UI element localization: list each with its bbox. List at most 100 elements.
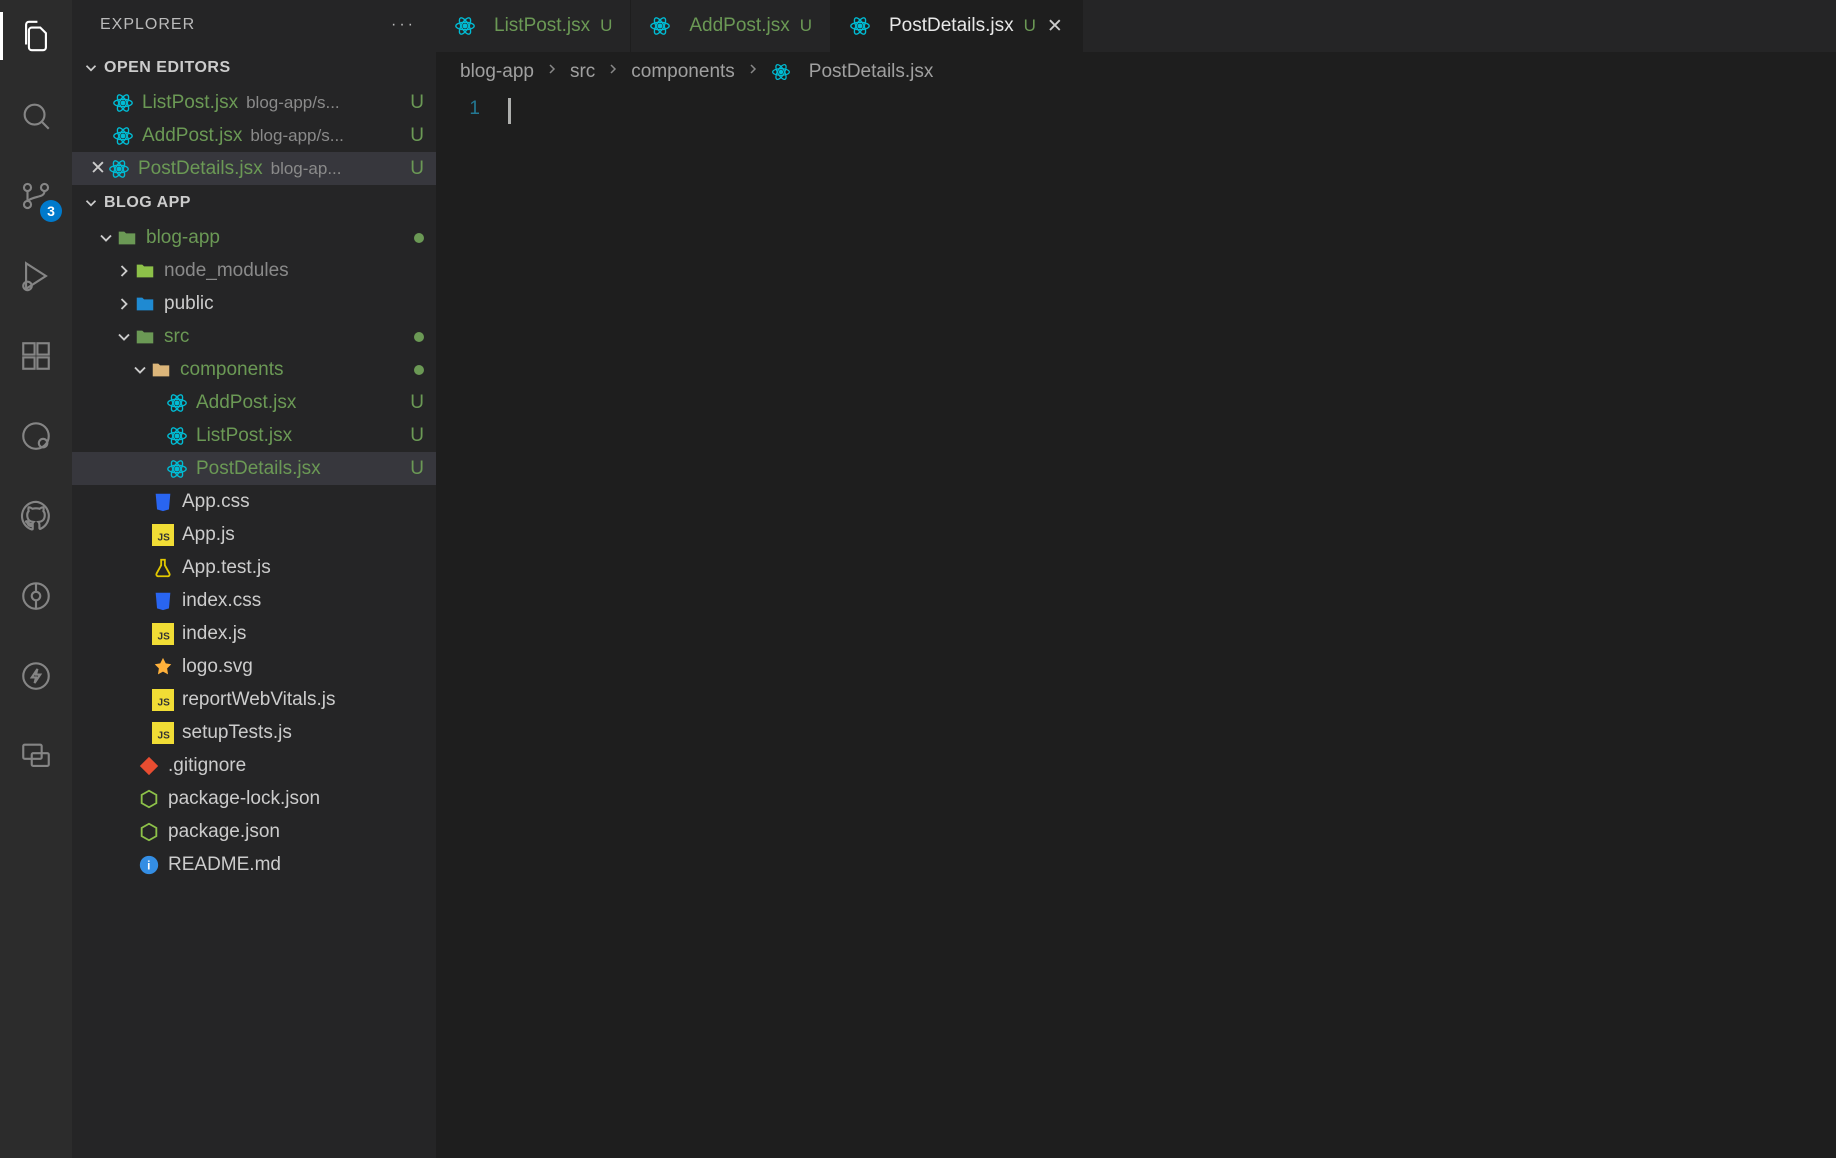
folder-name: blog-app — [146, 227, 220, 249]
more-icon[interactable]: ··· — [391, 16, 416, 34]
file-item[interactable]: logo.svg — [72, 650, 436, 683]
workspace-label: BLOG APP — [104, 194, 191, 212]
chevron-down-icon — [80, 57, 102, 79]
workspace-header[interactable]: BLOG APP — [72, 185, 436, 221]
css-icon — [152, 590, 174, 612]
file-name: ListPost.jsx — [142, 92, 238, 114]
tab-bar: ListPost.jsx U AddPost.jsx U PostDetails… — [436, 0, 1836, 52]
breadcrumb-part[interactable]: src — [570, 61, 595, 83]
code-area[interactable]: 1 — [436, 92, 1836, 1158]
editor-content[interactable] — [508, 92, 1836, 1158]
file-name: App.js — [182, 524, 235, 546]
react-icon — [112, 92, 134, 114]
file-item[interactable]: package.json — [72, 815, 436, 848]
activity-chat[interactable] — [12, 732, 60, 780]
open-editor-item[interactable]: AddPost.jsx blog-app/s... U — [72, 119, 436, 152]
file-name: logo.svg — [182, 656, 253, 678]
activity-search[interactable] — [12, 92, 60, 140]
activity-explorer[interactable] — [12, 12, 60, 60]
file-name: PostDetails.jsx — [138, 158, 263, 180]
close-icon[interactable]: ✕ — [88, 157, 108, 180]
js-icon: JS — [152, 689, 174, 711]
svg-text:JS: JS — [158, 532, 171, 543]
breadcrumb-part[interactable]: PostDetails.jsx — [809, 61, 934, 83]
chevron-right-icon — [114, 294, 134, 314]
chevron-down-icon — [96, 228, 116, 248]
js-icon: JS — [152, 722, 174, 744]
react-icon — [166, 458, 188, 480]
file-item[interactable]: .gitignore — [72, 749, 436, 782]
svg-text:JS: JS — [158, 697, 171, 708]
activity-github[interactable] — [12, 492, 60, 540]
chevron-down-icon — [80, 192, 102, 214]
tab-postdetails[interactable]: PostDetails.jsx U ✕ — [831, 0, 1083, 52]
cursor — [508, 98, 511, 124]
folder-components[interactable]: components — [72, 353, 436, 386]
file-postdetails[interactable]: PostDetails.jsx U — [72, 452, 436, 485]
activity-git-graph[interactable] — [12, 572, 60, 620]
file-item[interactable]: i README.md — [72, 848, 436, 881]
file-addpost[interactable]: AddPost.jsx U — [72, 386, 436, 419]
scm-badge: 3 — [40, 200, 62, 222]
activity-source-control[interactable]: 3 — [12, 172, 60, 220]
open-editors-header[interactable]: OPEN EDITORS — [72, 50, 436, 86]
breadcrumb[interactable]: blog-app src components PostDetails.jsx — [436, 52, 1836, 92]
folder-name: node_modules — [164, 260, 289, 282]
file-item[interactable]: JS setupTests.js — [72, 716, 436, 749]
react-icon — [166, 392, 188, 414]
chevron-down-icon — [130, 360, 150, 380]
open-editor-item[interactable]: ListPost.jsx blog-app/s... U — [72, 86, 436, 119]
file-item[interactable]: JS App.js — [72, 518, 436, 551]
breadcrumb-part[interactable]: blog-app — [460, 61, 534, 83]
file-name: PostDetails.jsx — [196, 458, 321, 480]
file-item[interactable]: index.css — [72, 584, 436, 617]
github-icon — [19, 499, 53, 533]
git-status: U — [410, 125, 424, 147]
file-name: App.test.js — [182, 557, 271, 579]
open-editors-label: OPEN EDITORS — [104, 59, 231, 77]
info-icon: i — [138, 854, 160, 876]
git-dot — [414, 365, 424, 375]
folder-icon — [134, 293, 156, 315]
folder-public[interactable]: public — [72, 287, 436, 320]
activity-remote[interactable] — [12, 412, 60, 460]
breadcrumb-part[interactable]: components — [631, 61, 735, 83]
activity-run-debug[interactable] — [12, 252, 60, 300]
file-path: blog-app/s... — [246, 93, 410, 113]
extensions-icon — [19, 339, 53, 373]
file-name: package-lock.json — [168, 788, 320, 810]
svg-text:i: i — [147, 858, 150, 872]
file-name: AddPost.jsx — [196, 392, 296, 414]
tab-addpost[interactable]: AddPost.jsx U — [631, 0, 831, 52]
file-name: .gitignore — [168, 755, 246, 777]
tab-label: PostDetails.jsx — [889, 15, 1014, 37]
file-name: reportWebVitals.js — [182, 689, 335, 711]
activity-thunder[interactable] — [12, 652, 60, 700]
git-status: U — [410, 425, 424, 447]
folder-src[interactable]: src — [72, 320, 436, 353]
thunder-icon — [19, 659, 53, 693]
git-graph-icon — [19, 579, 53, 613]
sidebar-title: EXPLORER — [100, 16, 195, 34]
file-item[interactable]: App.test.js — [72, 551, 436, 584]
file-item[interactable]: JS index.js — [72, 617, 436, 650]
tab-listpost[interactable]: ListPost.jsx U — [436, 0, 631, 52]
line-gutter: 1 — [436, 92, 508, 1158]
file-item[interactable]: JS reportWebVitals.js — [72, 683, 436, 716]
js-icon: JS — [152, 623, 174, 645]
line-number: 1 — [436, 98, 480, 120]
folder-blog-app[interactable]: blog-app — [72, 221, 436, 254]
editor-area: ListPost.jsx U AddPost.jsx U PostDetails… — [436, 0, 1836, 1158]
file-item[interactable]: package-lock.json — [72, 782, 436, 815]
chevron-right-icon — [114, 261, 134, 281]
close-icon[interactable]: ✕ — [1046, 17, 1064, 35]
file-listpost[interactable]: ListPost.jsx U — [72, 419, 436, 452]
folder-name: public — [164, 293, 214, 315]
file-name: index.js — [182, 623, 246, 645]
folder-node-modules[interactable]: node_modules — [72, 254, 436, 287]
activity-extensions[interactable] — [12, 332, 60, 380]
react-icon — [108, 158, 130, 180]
open-editor-item[interactable]: ✕ PostDetails.jsx blog-ap... U — [72, 152, 436, 185]
git-status: U — [410, 458, 424, 480]
file-item[interactable]: App.css — [72, 485, 436, 518]
